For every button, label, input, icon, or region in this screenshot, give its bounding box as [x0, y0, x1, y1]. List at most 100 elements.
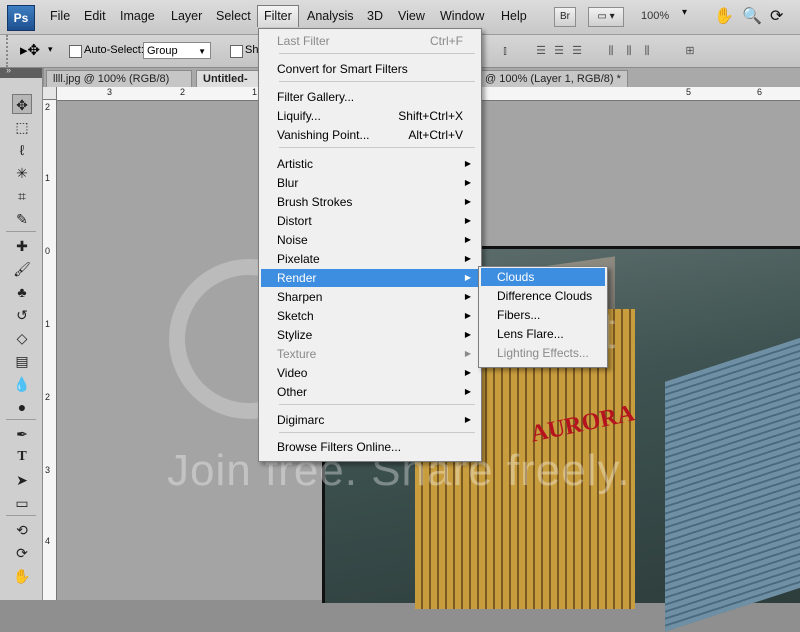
menu-item-render[interactable]: Render ▶: [261, 269, 479, 287]
menu-help[interactable]: Help: [497, 8, 531, 24]
lasso-tool-icon[interactable]: ℓ: [12, 140, 32, 160]
menu-item-label: Video: [277, 366, 308, 380]
menu-item-label: Other: [277, 385, 308, 399]
auto-select-checkbox[interactable]: [69, 45, 82, 58]
clone-stamp-tool-icon[interactable]: ♣: [12, 282, 32, 302]
menu-item-video[interactable]: Video ▶: [261, 364, 479, 382]
rotate-view-icon[interactable]: ⟳: [766, 5, 787, 27]
distribute-center-icon[interactable]: ☰: [552, 44, 566, 58]
zoom-level[interactable]: 100%: [641, 10, 669, 22]
magic-wand-tool-icon[interactable]: ✳: [12, 163, 32, 183]
bridge-button[interactable]: Br: [554, 7, 576, 27]
menu-item-digimarc[interactable]: Digimarc ▶: [261, 411, 479, 429]
menu-select[interactable]: Select: [212, 8, 255, 24]
submenu-item-difference-clouds[interactable]: Difference Clouds: [481, 287, 605, 305]
hand-tool-icon[interactable]: ✋: [12, 566, 32, 586]
move-tool-preset-icon[interactable]: ▸✥: [20, 41, 40, 59]
hand-tool-icon[interactable]: ✋: [710, 5, 738, 27]
crop-tool-icon[interactable]: ⌗: [12, 186, 32, 206]
3d-orbit-tool-icon[interactable]: ⟳: [12, 543, 32, 563]
ruler-left-label: 2: [45, 392, 51, 402]
submenu-arrow-icon: ▶: [464, 292, 471, 301]
ruler-left[interactable]: 2 1 0 1 2 3 4: [43, 100, 57, 600]
align-icon[interactable]: ⫾: [498, 44, 512, 58]
dodge-tool-icon[interactable]: ●: [12, 397, 32, 417]
screen-mode-button[interactable]: ▭ ▾: [588, 7, 624, 27]
collapse-toolbox-icon[interactable]: »: [6, 65, 11, 75]
history-brush-tool-icon[interactable]: ↺: [12, 305, 32, 325]
menu-item-artistic[interactable]: Artistic ▶: [261, 155, 479, 173]
marquee-tool-icon[interactable]: ⬚: [12, 117, 32, 137]
eraser-tool-icon[interactable]: ◇: [12, 328, 32, 348]
menu-edit[interactable]: Edit: [80, 8, 110, 24]
submenu-item-lens-flare[interactable]: Lens Flare...: [481, 325, 605, 343]
menu-image[interactable]: Image: [116, 8, 159, 24]
menu-item-sharpen[interactable]: Sharpen ▶: [261, 288, 479, 306]
zoom-dropdown-icon[interactable]: ▾: [678, 6, 691, 19]
menu-item-vanishing-point[interactable]: Vanishing Point... Alt+Ctrl+V: [261, 126, 479, 144]
blur-tool-icon[interactable]: 💧: [12, 374, 32, 394]
toolbox-divider: [6, 231, 36, 232]
menu-item-other[interactable]: Other ▶: [261, 383, 479, 401]
photoshop-logo[interactable]: Ps: [7, 5, 35, 31]
menu-file[interactable]: File: [46, 8, 74, 24]
3d-rotate-tool-icon[interactable]: ⟲: [12, 520, 32, 540]
submenu-arrow-icon: ▶: [464, 235, 471, 244]
menu-window[interactable]: Window: [436, 8, 488, 24]
distribute-hcenter-icon[interactable]: ⫼: [622, 44, 636, 58]
menu-item-label: Last Filter: [277, 34, 330, 48]
zoom-tool-icon[interactable]: 🔍: [738, 5, 766, 27]
menu-item-pixelate[interactable]: Pixelate ▶: [261, 250, 479, 268]
submenu-item-clouds[interactable]: Clouds: [481, 268, 605, 286]
submenu-item-lighting-effects: Lighting Effects...: [497, 346, 589, 360]
move-tool-icon[interactable]: ✥: [12, 94, 32, 114]
distribute-left-icon[interactable]: ⫼: [604, 44, 618, 58]
submenu-arrow-icon: ▶: [464, 415, 471, 424]
menu-item-texture: Texture ▶: [261, 345, 479, 363]
type-tool-icon[interactable]: T: [12, 447, 32, 467]
menu-item-sketch[interactable]: Sketch ▶: [261, 307, 479, 325]
menu-separator: [279, 432, 475, 433]
tab-untitled-1[interactable]: Untitled-1: [196, 70, 260, 102]
toolbox-header[interactable]: »: [0, 65, 42, 78]
tab-llll-jpg[interactable]: llll.jpg @ 100% (RGB/8): [46, 70, 192, 87]
ruler-origin[interactable]: [43, 87, 57, 100]
menu-item-filter-gallery[interactable]: Filter Gallery...: [261, 88, 479, 106]
menu-analysis[interactable]: Analysis: [303, 8, 358, 24]
shape-tool-icon[interactable]: ▭: [12, 493, 32, 513]
menu-item-label: Browse Filters Online...: [277, 440, 402, 454]
pen-tool-icon[interactable]: ✒: [12, 424, 32, 444]
healing-brush-tool-icon[interactable]: ✚: [12, 236, 32, 256]
eyedropper-tool-icon[interactable]: ✎: [12, 209, 32, 229]
distribute-bottom-icon[interactable]: ☰: [570, 44, 584, 58]
menu-item-browse-filters-online[interactable]: Browse Filters Online...: [261, 438, 479, 456]
menu-3d[interactable]: 3D: [363, 8, 387, 24]
menu-item-distort[interactable]: Distort ▶: [261, 212, 479, 230]
ruler-left-label: 1: [45, 173, 51, 183]
menu-view[interactable]: View: [394, 8, 429, 24]
brush-tool-icon[interactable]: 🖌: [12, 259, 32, 279]
preset-dropdown-icon[interactable]: ▾: [48, 44, 53, 55]
auto-select-dropdown[interactable]: Group ▼: [143, 42, 211, 59]
auto-align-icon[interactable]: ⊞: [683, 44, 697, 58]
menu-item-blur[interactable]: Blur ▶: [261, 174, 479, 192]
menu-item-convert-smart-filters[interactable]: Convert for Smart Filters: [261, 60, 479, 78]
toolbox: » ✥ ⬚ ℓ ✳ ⌗ ✎ ✚ 🖌 ♣ ↺ ◇ ▤ 💧 ● ✒ T ➤ ▭ ⟲ …: [0, 65, 43, 600]
path-selection-tool-icon[interactable]: ➤: [12, 470, 32, 490]
menu-filter[interactable]: Filter: [257, 5, 299, 27]
ruler-top-label: 1: [252, 87, 258, 97]
gradient-tool-icon[interactable]: ▤: [12, 351, 32, 371]
filter-menu: Last Filter Ctrl+F Convert for Smart Fil…: [258, 28, 482, 462]
menu-item-brush-strokes[interactable]: Brush Strokes ▶: [261, 193, 479, 211]
tab-layer-1[interactable]: @ 100% (Layer 1, RGB/8) *: [478, 70, 628, 87]
menu-item-liquify[interactable]: Liquify... Shift+Ctrl+X: [261, 107, 479, 125]
distribute-right-icon[interactable]: ⫼: [640, 44, 654, 58]
menu-item-label: Pixelate: [277, 252, 320, 266]
submenu-item-fibers[interactable]: Fibers...: [481, 306, 605, 324]
menu-item-noise[interactable]: Noise ▶: [261, 231, 479, 249]
distribute-top-icon[interactable]: ☰: [534, 44, 548, 58]
show-transform-checkbox[interactable]: [230, 45, 243, 58]
menu-item-stylize[interactable]: Stylize ▶: [261, 326, 479, 344]
menu-layer[interactable]: Layer: [167, 8, 206, 24]
menu-separator: [279, 147, 475, 148]
